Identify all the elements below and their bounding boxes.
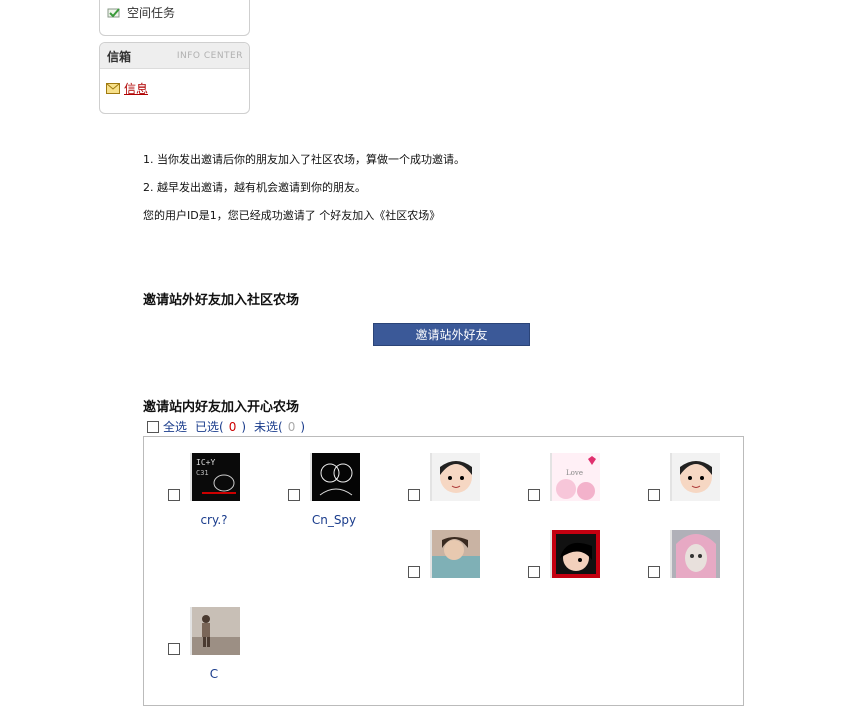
friend-avatar[interactable] <box>550 530 600 578</box>
friend-checkbox[interactable] <box>408 489 420 501</box>
friend-avatar[interactable] <box>430 530 480 578</box>
external-invite-title: 邀请站外好友加入社区农场 <box>143 293 300 308</box>
friend-list-box: IC+Y C31 cry.? Cn_Spy Love C <box>143 436 744 706</box>
friend-avatar[interactable] <box>310 453 360 501</box>
info-center-header: 信箱 INFO CENTER <box>100 43 249 69</box>
info-center-title: 信箱 <box>107 50 132 64</box>
rule-1: 1. 当你发出邀请后你的朋友加入了社区农场，算做一个成功邀请。 <box>143 153 465 166</box>
task-item[interactable]: 空间任务 <box>107 4 175 21</box>
select-all-checkbox[interactable] <box>147 420 159 433</box>
invite-external-button[interactable]: 邀请站外好友 <box>373 323 530 346</box>
friend-avatar[interactable] <box>430 453 480 501</box>
selection-row: 全选 已选( 0 ) 未选( 0 ) <box>147 418 305 435</box>
friend-name[interactable]: cry.? <box>174 513 254 527</box>
friend-name[interactable]: Cn_Spy <box>294 513 374 527</box>
selected-count: 0 <box>228 419 237 434</box>
unselected-close: ) <box>300 419 306 434</box>
task-label[interactable]: 空间任务 <box>127 4 175 21</box>
friend-checkbox[interactable] <box>648 566 660 578</box>
info-center-subtitle: INFO CENTER <box>176 51 243 61</box>
friend-checkbox[interactable] <box>528 566 540 578</box>
select-all-link[interactable]: 全选 <box>163 418 187 435</box>
friend-avatar[interactable]: Love <box>550 453 600 501</box>
friend-checkbox[interactable] <box>288 489 300 501</box>
friend-avatar[interactable] <box>670 530 720 578</box>
info-item[interactable]: 信息 <box>106 80 148 97</box>
sidebar-tasks-box: 空间任务 <box>99 0 250 36</box>
friend-checkbox[interactable] <box>648 489 660 501</box>
friend-checkbox[interactable] <box>168 643 180 655</box>
friend-name[interactable]: C <box>174 667 254 681</box>
unselected-count: 0 <box>287 419 296 434</box>
internal-invite-title: 邀请站内好友加入开心农场 <box>143 400 300 415</box>
friend-avatar[interactable] <box>190 607 240 655</box>
friend-avatar[interactable]: IC+Y C31 <box>190 453 240 501</box>
selected-label[interactable]: 已选( <box>195 418 224 435</box>
friend-checkbox[interactable] <box>408 566 420 578</box>
svg-text:Love: Love <box>566 469 583 477</box>
friend-checkbox[interactable] <box>168 489 180 501</box>
svg-text:C31: C31 <box>196 469 209 477</box>
envelope-icon <box>106 83 120 94</box>
svg-text:IC+Y: IC+Y <box>196 458 215 467</box>
friend-checkbox[interactable] <box>528 489 540 501</box>
rule-2: 2. 越早发出邀请，越有机会邀请到你的朋友。 <box>143 181 366 194</box>
selected-close: ) <box>241 419 247 434</box>
info-link[interactable]: 信息 <box>124 80 148 97</box>
task-icon <box>107 7 120 17</box>
invite-status: 您的用户ID是1，您已经成功邀请了 个好友加入《社区农场》 <box>143 209 441 222</box>
unselected-label[interactable]: 未选( <box>254 418 283 435</box>
info-center-box: 信箱 INFO CENTER 信息 <box>99 42 250 114</box>
friend-avatar[interactable] <box>670 453 720 501</box>
